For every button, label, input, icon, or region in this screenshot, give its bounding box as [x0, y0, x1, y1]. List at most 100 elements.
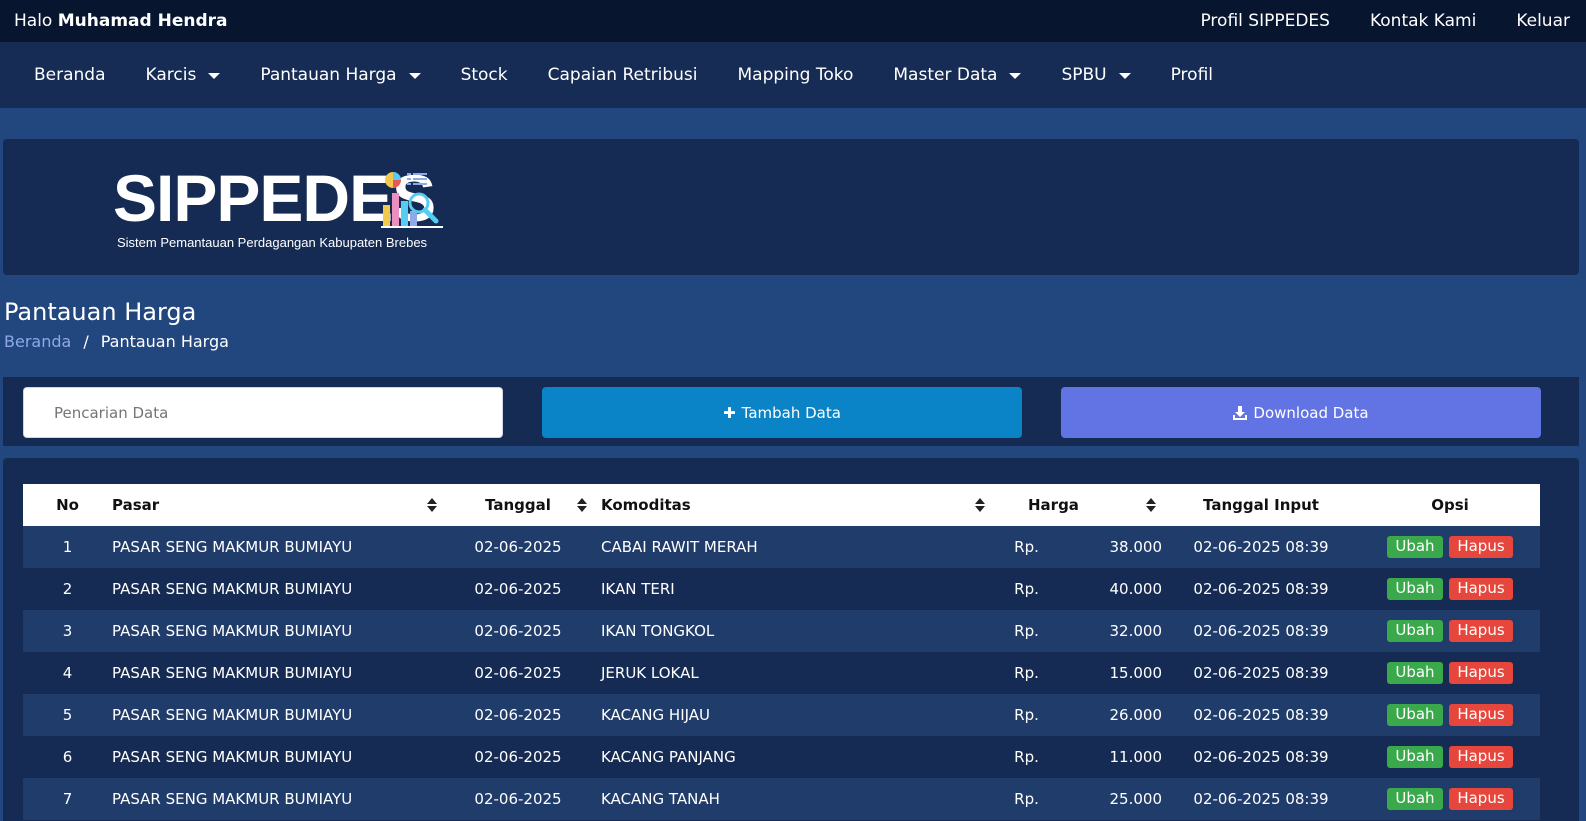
nav-label: Capaian Retribusi: [547, 65, 698, 85]
nav-label: SPBU: [1061, 65, 1107, 85]
col-header-tanggal-label: Tanggal: [485, 496, 551, 514]
plus-icon: ✚: [723, 403, 736, 422]
row-tanggal-input: 02-06-2025 08:39: [1193, 580, 1329, 598]
row-no: 3: [62, 622, 73, 640]
sort-icon[interactable]: [975, 498, 985, 512]
nav-item-karcis[interactable]: Karcis: [146, 65, 221, 85]
breadcrumb-home-link[interactable]: Beranda: [4, 332, 71, 351]
chevron-down-icon: [408, 73, 421, 79]
sort-icon[interactable]: [1146, 498, 1156, 512]
nav-item-profil[interactable]: Profil: [1171, 65, 1213, 85]
kontak-kami-link[interactable]: Kontak Kami: [1370, 11, 1476, 31]
row-komoditas: KACANG HIJAU: [601, 706, 711, 724]
row-pasar: PASAR SENG MAKMUR BUMIAYU: [112, 748, 353, 766]
edit-button[interactable]: Ubah: [1387, 746, 1443, 768]
col-header-komoditas[interactable]: Komoditas: [591, 484, 995, 526]
edit-button[interactable]: Ubah: [1387, 662, 1443, 684]
table-row: 3 PASAR SENG MAKMUR BUMIAYU 02-06-2025 IKAN…: [23, 610, 1540, 652]
nav-label: Master Data: [893, 65, 998, 85]
row-options: Ubah Hapus: [1360, 568, 1540, 610]
nav-label: Mapping Toko: [737, 65, 854, 85]
chevron-down-icon: [1009, 73, 1022, 79]
nav-label: Stock: [460, 65, 508, 85]
keluar-link[interactable]: Keluar: [1516, 11, 1570, 31]
table-row: 4 PASAR SENG MAKMUR BUMIAYU 02-06-2025 JERU…: [23, 652, 1540, 694]
table-row: 5 PASAR SENG MAKMUR BUMIAYU 02-06-2025 KACA…: [23, 694, 1540, 736]
top-links: Profil SIPPEDES Kontak Kami Keluar: [1200, 11, 1570, 31]
nav-item-beranda[interactable]: Beranda: [34, 65, 106, 85]
row-options: Ubah Hapus: [1360, 736, 1540, 778]
row-no: 5: [62, 706, 73, 724]
col-header-pasar-label: Pasar: [112, 496, 160, 514]
table-row: 2 PASAR SENG MAKMUR BUMIAYU 02-06-2025 IKAN…: [23, 568, 1540, 610]
edit-button[interactable]: Ubah: [1387, 788, 1443, 810]
table-body: 1 PASAR SENG MAKMUR BUMIAYU 02-06-2025 CABA…: [23, 526, 1540, 820]
row-tanggal: 02-06-2025: [474, 622, 562, 640]
profil-sippedes-link[interactable]: Profil SIPPEDES: [1200, 11, 1329, 31]
table-panel: No Pasar Tanggal Komoditas Harga Tanggal…: [3, 458, 1579, 821]
table-row: 1 PASAR SENG MAKMUR BUMIAYU 02-06-2025 CABA…: [23, 526, 1540, 568]
row-currency: Rp.: [1014, 748, 1039, 766]
row-harga: 40.000: [1109, 580, 1163, 598]
row-harga: 32.000: [1109, 622, 1163, 640]
sippedes-logo[interactable]: SIPPEDES Sistem Pemantauan Perdagangan K…: [113, 163, 443, 250]
row-currency: Rp.: [1014, 790, 1039, 808]
col-header-komoditas-label: Komoditas: [601, 496, 691, 514]
col-header-tanggal[interactable]: Tanggal: [445, 484, 591, 526]
delete-button[interactable]: Hapus: [1449, 578, 1513, 600]
row-komoditas: IKAN TERI: [601, 580, 675, 598]
nav-item-mapping-toko[interactable]: Mapping Toko: [737, 65, 853, 85]
price-table: No Pasar Tanggal Komoditas Harga Tanggal…: [23, 484, 1540, 820]
delete-button[interactable]: Hapus: [1449, 536, 1513, 558]
nav-item-master-data[interactable]: Master Data: [893, 65, 1022, 85]
row-tanggal-input: 02-06-2025 08:39: [1193, 538, 1329, 556]
nav-item-capaian-retribusi[interactable]: Capaian Retribusi: [548, 65, 698, 85]
row-komoditas: KACANG PANJANG: [601, 748, 736, 766]
logo-banner: SIPPEDES Sistem Pemantauan Perdagangan K…: [3, 139, 1579, 275]
row-options: Ubah Hapus: [1360, 778, 1540, 820]
row-komoditas: IKAN TONGKOL: [601, 622, 715, 640]
edit-button[interactable]: Ubah: [1387, 536, 1443, 558]
delete-button[interactable]: Hapus: [1449, 704, 1513, 726]
search-input[interactable]: [23, 387, 503, 438]
edit-button[interactable]: Ubah: [1387, 578, 1443, 600]
delete-button[interactable]: Hapus: [1449, 620, 1513, 642]
chevron-down-icon: [1118, 73, 1131, 79]
table-header-row: No Pasar Tanggal Komoditas Harga Tanggal…: [23, 484, 1540, 526]
delete-button[interactable]: Hapus: [1449, 746, 1513, 768]
sort-icon[interactable]: [427, 498, 437, 512]
sort-icon[interactable]: [577, 498, 587, 512]
row-options: Ubah Hapus: [1360, 694, 1540, 736]
row-pasar: PASAR SENG MAKMUR BUMIAYU: [112, 538, 353, 556]
breadcrumb: Beranda / Pantauan Harga: [4, 332, 229, 351]
nav-item-pantauan-harga[interactable]: Pantauan Harga: [260, 65, 421, 85]
row-currency: Rp.: [1014, 580, 1039, 598]
download-data-label: Download Data: [1253, 403, 1369, 422]
row-tanggal: 02-06-2025: [474, 748, 562, 766]
add-data-button[interactable]: ✚ Tambah Data: [542, 387, 1022, 438]
edit-button[interactable]: Ubah: [1387, 704, 1443, 726]
delete-button[interactable]: Hapus: [1449, 662, 1513, 684]
logo-subtitle: Sistem Pemantauan Perdagangan Kabupaten …: [117, 235, 428, 250]
row-no: 4: [62, 664, 73, 682]
download-data-button[interactable]: Download Data: [1061, 387, 1541, 438]
row-pasar: PASAR SENG MAKMUR BUMIAYU: [112, 622, 353, 640]
edit-button[interactable]: Ubah: [1387, 620, 1443, 642]
row-tanggal-input: 02-06-2025 08:39: [1193, 664, 1329, 682]
action-toolbar: ✚ Tambah Data Download Data: [3, 377, 1579, 446]
row-no: 7: [62, 790, 73, 808]
nav-item-stock[interactable]: Stock: [461, 65, 508, 85]
user-name: Muhamad Hendra: [57, 11, 228, 31]
row-no: 6: [62, 748, 73, 766]
top-bar: Halo Muhamad Hendra Profil SIPPEDES Kont…: [0, 0, 1586, 42]
delete-button[interactable]: Hapus: [1449, 788, 1513, 810]
row-no: 2: [62, 580, 73, 598]
nav-item-spbu[interactable]: SPBU: [1061, 65, 1131, 85]
main-nav: Beranda Karcis Pantauan Harga Stock Capa…: [0, 42, 1586, 108]
col-header-pasar[interactable]: Pasar: [112, 484, 445, 526]
breadcrumb-current: Pantauan Harga: [100, 332, 229, 351]
col-header-tanggal-input: Tanggal Input: [1203, 496, 1319, 514]
row-currency: Rp.: [1014, 706, 1039, 724]
nav-label: Beranda: [34, 65, 106, 85]
col-header-harga[interactable]: Harga: [1028, 484, 1162, 526]
